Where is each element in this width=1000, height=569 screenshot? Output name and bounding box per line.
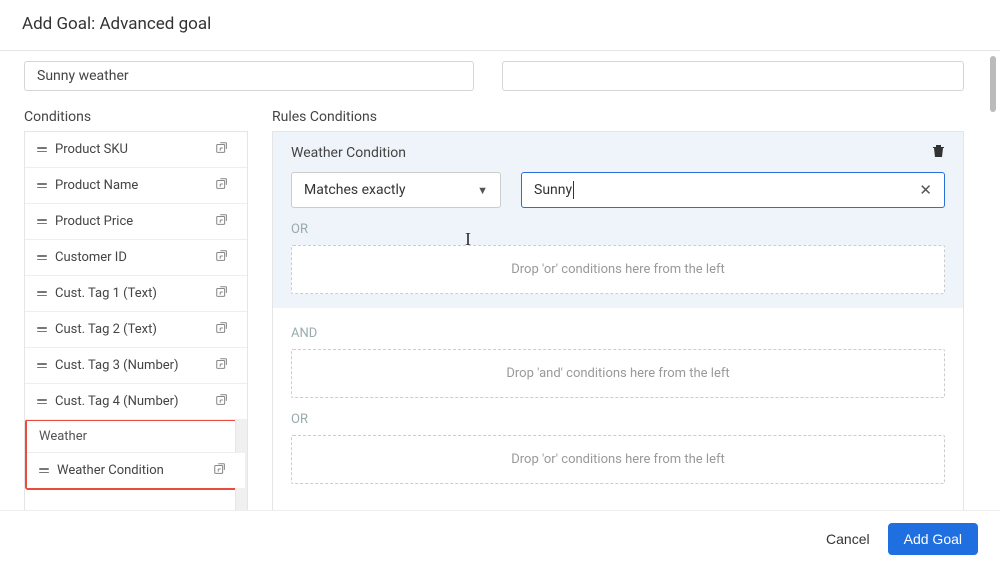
- page-title: Add Goal: Advanced goal: [0, 0, 1000, 51]
- condition-action-icon[interactable]: [215, 393, 229, 411]
- condition-item-product-sku[interactable]: Product SKU: [25, 132, 247, 168]
- condition-item-product-price[interactable]: Product Price: [25, 204, 247, 240]
- weather-group-highlight: Weather Weather Condition: [25, 419, 247, 490]
- condition-label: Cust. Tag 3 (Number): [55, 358, 179, 373]
- weather-group-title: Weather: [27, 421, 245, 453]
- or-label-inner: OR: [291, 222, 945, 237]
- condition-label: Product SKU: [55, 142, 128, 157]
- condition-item-cust-tag-1[interactable]: Cust. Tag 1 (Text): [25, 276, 247, 312]
- delete-rule-icon[interactable]: [932, 144, 945, 162]
- scrollbar-thumb[interactable]: [990, 56, 996, 112]
- clear-input-icon[interactable]: ✕: [919, 181, 932, 199]
- conditions-label: Conditions: [24, 109, 248, 125]
- footer: Cancel Add Goal: [0, 510, 1000, 569]
- drag-handle-icon[interactable]: [37, 147, 47, 152]
- condition-label: Product Name: [55, 178, 138, 193]
- rule-condition-title: Weather Condition: [291, 145, 406, 161]
- rules-label: Rules Conditions: [272, 109, 964, 125]
- and-label: AND: [291, 326, 945, 341]
- condition-item-weather-condition[interactable]: Weather Condition: [27, 453, 245, 488]
- condition-label: Cust. Tag 2 (Text): [55, 322, 157, 337]
- condition-label: Cust. Tag 1 (Text): [55, 286, 157, 301]
- condition-action-icon[interactable]: [215, 357, 229, 375]
- text-cursor: [573, 181, 574, 199]
- goal-name-row: Sunny weather: [0, 51, 1000, 91]
- or-label-outer: OR: [291, 412, 945, 427]
- drag-handle-icon[interactable]: [39, 468, 49, 473]
- condition-action-icon[interactable]: [215, 141, 229, 159]
- condition-action-icon[interactable]: [215, 177, 229, 195]
- condition-label: Customer ID: [55, 250, 127, 265]
- condition-item-cust-tag-4[interactable]: Cust. Tag 4 (Number): [25, 384, 247, 420]
- goal-secondary-input[interactable]: [502, 61, 964, 91]
- condition-item-customer-id[interactable]: Customer ID: [25, 240, 247, 276]
- drag-handle-icon[interactable]: [37, 219, 47, 224]
- condition-value: Sunny: [534, 182, 572, 198]
- drag-handle-icon[interactable]: [37, 363, 47, 368]
- condition-item-cust-tag-2[interactable]: Cust. Tag 2 (Text): [25, 312, 247, 348]
- condition-label: Cust. Tag 4 (Number): [55, 394, 179, 409]
- rule-or-group: Weather Condition Matches exactly ▼ Sunn…: [273, 132, 963, 308]
- chevron-down-icon: ▼: [477, 184, 488, 197]
- or-dropzone-outer[interactable]: Drop 'or' conditions here from the left: [291, 435, 945, 484]
- rules-container: Weather Condition Matches exactly ▼ Sunn…: [272, 131, 964, 526]
- and-dropzone[interactable]: Drop 'and' conditions here from the left: [291, 349, 945, 398]
- drag-handle-icon[interactable]: [37, 183, 47, 188]
- add-goal-button[interactable]: Add Goal: [888, 523, 978, 555]
- condition-action-icon[interactable]: [215, 213, 229, 231]
- conditions-list: ▴ ▾ Product SKU Product Name Product Pri…: [24, 131, 248, 526]
- condition-action-icon[interactable]: [215, 285, 229, 303]
- goal-name-value: Sunny weather: [37, 68, 129, 84]
- condition-label: Weather Condition: [57, 463, 164, 478]
- operator-value: Matches exactly: [304, 182, 406, 198]
- goal-name-input[interactable]: Sunny weather: [24, 61, 474, 91]
- condition-action-icon[interactable]: [213, 462, 227, 480]
- drag-handle-icon[interactable]: [37, 327, 47, 332]
- operator-select[interactable]: Matches exactly ▼: [291, 172, 501, 208]
- condition-label: Product Price: [55, 214, 133, 229]
- condition-item-product-name[interactable]: Product Name: [25, 168, 247, 204]
- or-dropzone-inner[interactable]: Drop 'or' conditions here from the left: [291, 245, 945, 294]
- cancel-button[interactable]: Cancel: [826, 531, 870, 547]
- condition-action-icon[interactable]: [215, 249, 229, 267]
- page-scrollbar[interactable]: [988, 52, 998, 511]
- condition-value-input[interactable]: Sunny ✕: [521, 172, 945, 208]
- condition-item-cust-tag-3[interactable]: Cust. Tag 3 (Number): [25, 348, 247, 384]
- drag-handle-icon[interactable]: [37, 255, 47, 260]
- drag-handle-icon[interactable]: [37, 291, 47, 296]
- condition-action-icon[interactable]: [215, 321, 229, 339]
- drag-handle-icon[interactable]: [37, 399, 47, 404]
